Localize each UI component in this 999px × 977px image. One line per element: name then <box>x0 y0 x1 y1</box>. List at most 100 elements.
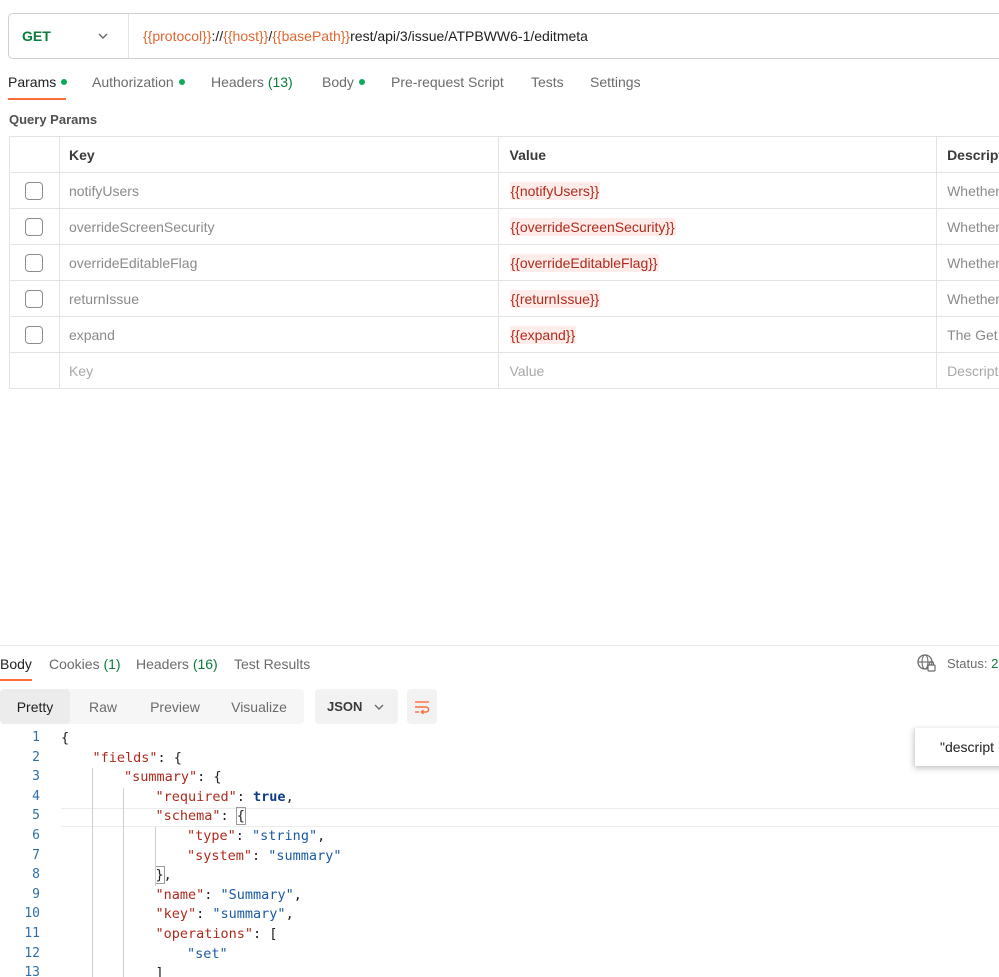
code-line: 13] <box>0 965 999 977</box>
url-text: rest/api/3/issue/ATPBWW6-1/editmeta <box>350 28 588 44</box>
table-row: overrideScreenSecurity {{overrideScreenSe… <box>10 209 999 245</box>
view-visualize[interactable]: Visualize <box>214 689 304 724</box>
line-number: 2 <box>32 749 40 765</box>
line-number: 12 <box>24 945 40 961</box>
code-line: 11 "operations": [ <box>0 926 999 946</box>
response-active-tab-indicator <box>0 679 32 681</box>
query-params-title: Query Params <box>9 112 98 127</box>
code-text: "fields": { <box>93 750 182 766</box>
request-tabs: Params Authorization Headers (13) Body P… <box>0 68 999 102</box>
line-number: 9 <box>32 886 40 902</box>
view-pretty[interactable]: Pretty <box>0 689 70 724</box>
param-description-text: Whether <box>947 218 999 235</box>
param-key-text: notifyUsers <box>68 182 139 199</box>
param-value-text: {{notifyUsers}} <box>509 181 601 200</box>
param-checkbox[interactable] <box>25 253 44 272</box>
param-value[interactable]: {{overrideScreenSecurity}} <box>499 209 938 244</box>
param-value[interactable]: {{overrideEditableFlag}} <box>499 245 938 280</box>
response-tab-test-results[interactable]: Test Results <box>234 656 310 672</box>
param-value[interactable]: {{returnIssue}} <box>499 281 938 316</box>
code-token: : <box>236 788 254 805</box>
code-token: , <box>163 867 172 884</box>
param-description[interactable]: Whether <box>937 173 999 208</box>
param-description-text: Whether <box>947 182 999 199</box>
table-row: notifyUsers {{notifyUsers}} Whether <box>10 173 999 209</box>
new-param-description-text: Descript <box>947 362 999 379</box>
param-value[interactable]: {{expand}} <box>499 317 938 352</box>
tab-body[interactable]: Body <box>322 74 365 90</box>
tab-headers-label: Headers <box>211 74 264 90</box>
response-headers-label: Headers <box>136 656 189 672</box>
code-text: "system": "summary" <box>187 848 341 864</box>
response-tab-cookies[interactable]: Cookies (1) <box>49 656 121 672</box>
table-row: overrideEditableFlag {{overrideEditableFl… <box>10 245 999 281</box>
tab-settings-label: Settings <box>590 74 641 90</box>
param-key[interactable]: overrideScreenSecurity <box>60 209 499 244</box>
format-selector[interactable]: JSON <box>315 689 398 724</box>
code-line: 8}, <box>0 866 999 887</box>
param-description[interactable]: Whether <box>937 245 999 280</box>
param-key[interactable]: expand <box>60 317 499 352</box>
code-line: 1{ <box>0 730 999 750</box>
view-raw[interactable]: Raw <box>70 689 136 724</box>
param-key[interactable]: returnIssue <box>60 281 499 316</box>
code-token: "summary" <box>268 847 342 864</box>
wrap-lines-button[interactable] <box>407 689 437 724</box>
method-selector[interactable]: GET <box>9 14 129 58</box>
code-token: : <box>252 847 269 864</box>
row-check-cell <box>10 173 60 208</box>
query-params-table: Key Value Descript notifyUsers {{notifyUs… <box>9 136 999 389</box>
code-token: } <box>154 866 165 885</box>
response-status: Status: 2 <box>947 656 998 671</box>
response-body-code[interactable]: 1{2 "fields": {3 "summary": {4 "required": … <box>0 729 999 977</box>
param-description[interactable]: Whether <box>937 209 999 244</box>
row-check-cell <box>10 317 60 352</box>
param-description-text: The Get <box>947 326 998 343</box>
code-text: "key": "summary", <box>156 906 294 922</box>
tab-headers[interactable]: Headers (13) <box>211 74 293 90</box>
tab-authorization[interactable]: Authorization <box>92 74 185 90</box>
param-key[interactable]: overrideEditableFlag <box>60 245 499 280</box>
new-param-description[interactable]: Descript <box>937 353 999 388</box>
globe-lock-icon[interactable] <box>916 653 936 673</box>
line-number: 1 <box>32 730 40 745</box>
param-value-text: {{returnIssue}} <box>509 289 601 308</box>
code-token: "key" <box>155 906 197 923</box>
tab-pre-request-script[interactable]: Pre-request Script <box>391 74 504 90</box>
url-input[interactable]: {{protocol}}://{{host}}/{{basePath}}rest… <box>129 28 588 44</box>
tab-params[interactable]: Params <box>8 74 68 90</box>
header-description: Descript <box>947 146 999 163</box>
param-description[interactable]: The Get <box>937 317 999 352</box>
tab-settings[interactable]: Settings <box>590 74 641 90</box>
line-number: 3 <box>32 769 40 785</box>
new-param-key[interactable]: Key <box>60 353 499 388</box>
tab-tests[interactable]: Tests <box>531 74 564 90</box>
param-checkbox[interactable] <box>25 325 44 344</box>
code-text: "required": true, <box>156 789 294 805</box>
code-text: "name": "Summary", <box>156 887 302 903</box>
indent-guide <box>123 787 124 977</box>
url-variable: {{protocol}} <box>143 28 212 44</box>
param-value-text: {{expand}} <box>509 325 577 344</box>
response-tab-headers[interactable]: Headers (16) <box>136 656 218 672</box>
new-param-row: Key Value Descript <box>10 353 999 389</box>
code-text: ] <box>156 965 164 977</box>
table-row: returnIssue {{returnIssue}} Whether <box>10 281 999 317</box>
view-preview[interactable]: Preview <box>136 689 214 724</box>
param-checkbox[interactable] <box>25 217 44 236</box>
line-number: 4 <box>32 788 40 804</box>
new-param-value[interactable]: Value <box>499 353 938 388</box>
tab-tests-label: Tests <box>531 74 564 90</box>
param-checkbox[interactable] <box>25 181 44 200</box>
code-token: : <box>220 808 237 825</box>
view-segmented-control: Pretty Raw Preview Visualize <box>0 689 304 724</box>
param-value[interactable]: {{notifyUsers}} <box>499 173 938 208</box>
param-description[interactable]: Whether <box>937 281 999 316</box>
line-number: 7 <box>32 847 40 863</box>
param-key-text: returnIssue <box>68 290 139 307</box>
param-key[interactable]: notifyUsers <box>60 173 499 208</box>
row-check-cell <box>10 281 60 316</box>
param-checkbox[interactable] <box>25 289 44 308</box>
response-headers-count: (16) <box>192 656 218 672</box>
response-tab-body[interactable]: Body <box>0 656 32 672</box>
